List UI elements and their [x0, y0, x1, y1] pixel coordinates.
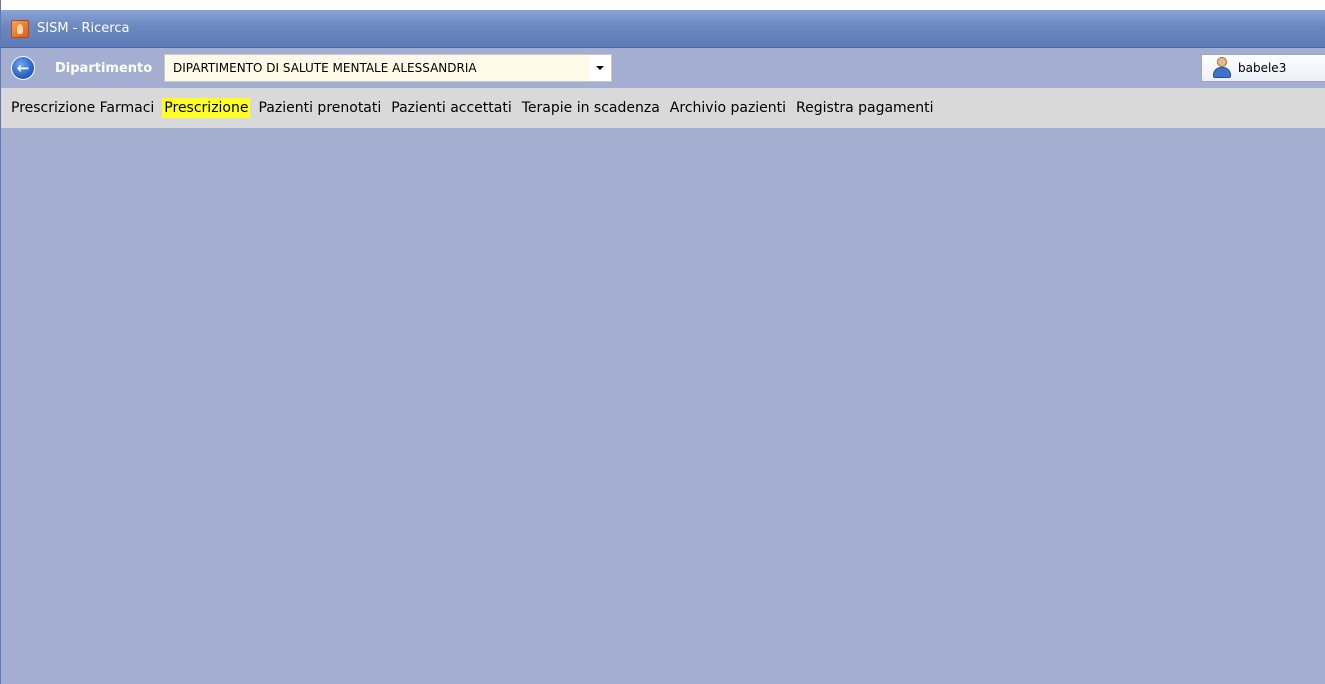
department-select[interactable]: DIPARTIMENTO DI SALUTE MENTALE ALESSANDR…	[164, 54, 612, 82]
main-menu: Prescrizione Farmaci Prescrizione Pazien…	[1, 88, 1325, 128]
menu-item-terapie-in-scadenza[interactable]: Terapie in scadenza	[520, 98, 662, 118]
user-icon-head	[1217, 57, 1227, 67]
menu-item-prescrizione-farmaci[interactable]: Prescrizione Farmaci	[9, 98, 156, 118]
user-icon-body	[1213, 67, 1231, 78]
title-bar[interactable]: SISM - Ricerca ›	[1, 10, 1325, 48]
menu-item-registra-pagamenti[interactable]: Registra pagamenti	[794, 98, 936, 118]
user-icon	[1212, 57, 1232, 79]
menu-item-prescrizione[interactable]: Prescrizione	[162, 98, 251, 118]
back-arrow-icon[interactable]: ←	[11, 56, 35, 80]
department-select-value: DIPARTIMENTO DI SALUTE MENTALE ALESSANDR…	[173, 61, 477, 75]
app-window: SISM - Ricerca › ← Dipartimento DIPARTIM…	[0, 0, 1325, 684]
user-name: babele3	[1238, 61, 1287, 75]
menu-item-pazienti-accettati[interactable]: Pazienti accettati	[389, 98, 513, 118]
dropdown-button[interactable]	[589, 55, 611, 81]
main-content-area	[1, 128, 1325, 684]
app-logo-icon	[11, 19, 29, 38]
department-label: Dipartimento	[55, 60, 153, 76]
window-title: SISM - Ricerca	[37, 21, 130, 36]
top-margin	[1, 0, 1325, 10]
toolbar: ← Dipartimento DIPARTIMENTO DI SALUTE ME…	[1, 48, 1325, 88]
user-account-button[interactable]: babele3	[1201, 54, 1325, 82]
chevron-down-icon	[596, 66, 604, 70]
menu-item-pazienti-prenotati[interactable]: Pazienti prenotati	[256, 98, 383, 118]
menu-item-archivio-pazienti[interactable]: Archivio pazienti	[668, 98, 788, 118]
